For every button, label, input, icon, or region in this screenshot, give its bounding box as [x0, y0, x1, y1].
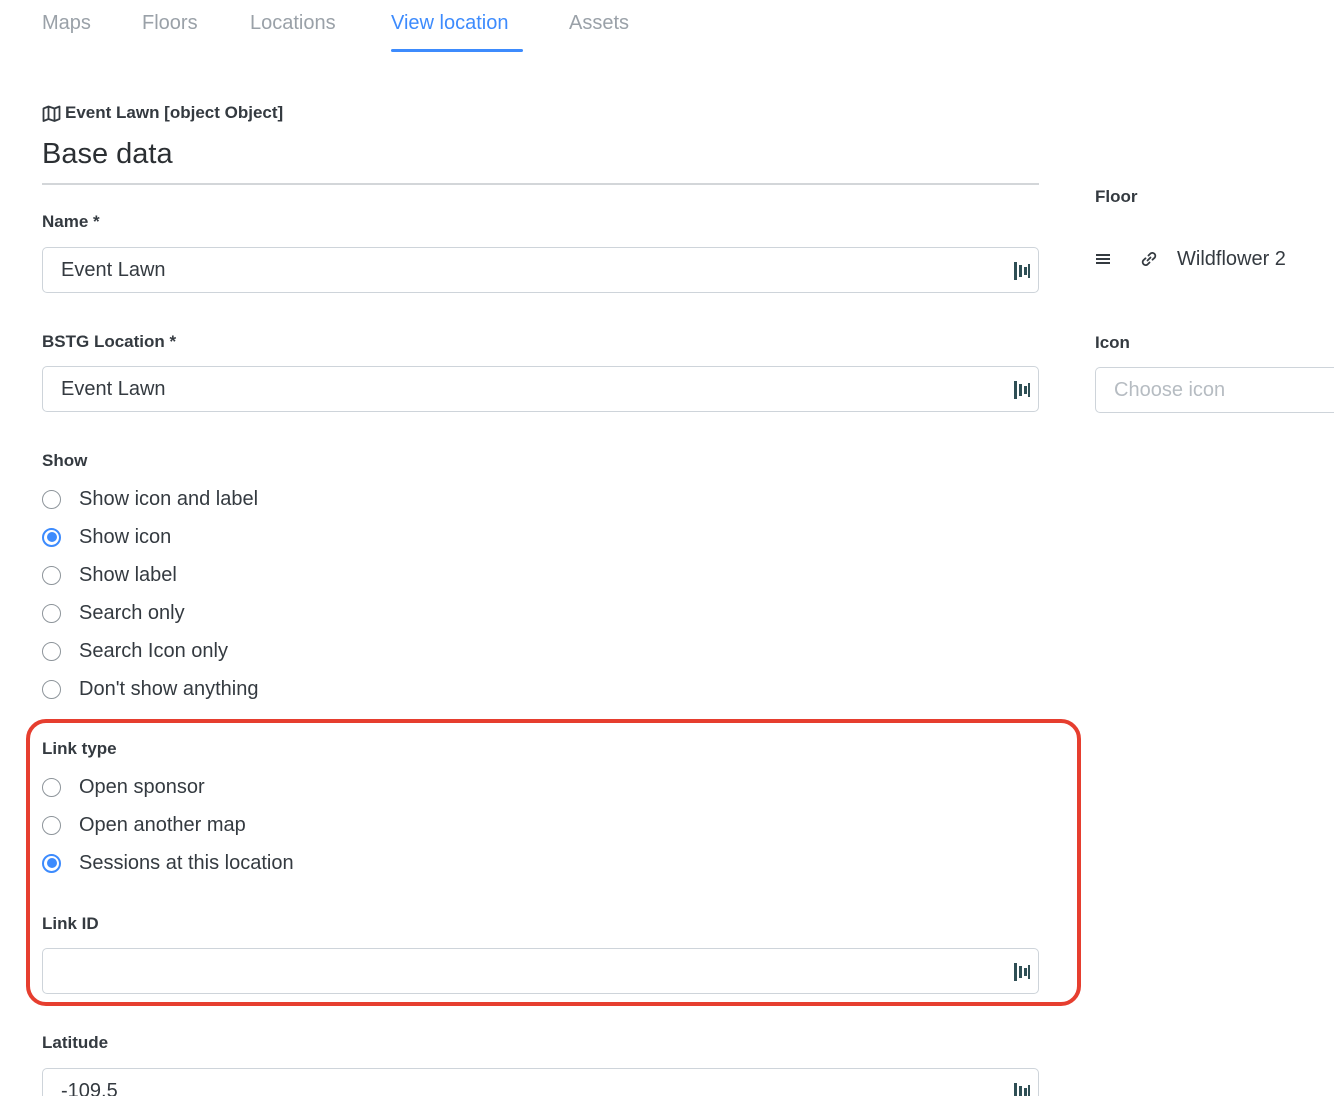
bstg-location-input[interactable]: Event Lawn	[42, 366, 1039, 412]
latitude-input-value: -109.5	[61, 1080, 118, 1096]
show-option-show-icon-and-label[interactable]: Show icon and label	[42, 487, 258, 511]
show-option-show-icon[interactable]: Show icon	[42, 525, 171, 549]
breadcrumb: Event Lawn [object Object]	[42, 102, 283, 124]
link-id-label: Link ID	[42, 914, 99, 933]
show-option-show-label[interactable]: Show label	[42, 563, 177, 587]
latitude-input[interactable]: -109.5	[42, 1068, 1039, 1096]
link-type-option-open-another-map[interactable]: Open another map	[42, 813, 246, 837]
section-title: Base data	[42, 138, 173, 170]
radio-button[interactable]	[42, 679, 61, 699]
radio-button[interactable]	[42, 489, 61, 509]
radio-button[interactable]	[42, 641, 61, 661]
radio-label: Show icon and label	[79, 487, 259, 510]
radio-button[interactable]	[42, 527, 61, 547]
icon-label: Icon	[1095, 333, 1130, 352]
radio-label: Show icon	[79, 525, 172, 548]
menu-icon[interactable]	[1095, 252, 1111, 266]
password-manager-icon[interactable]	[1013, 260, 1031, 282]
radio-label: Show label	[79, 563, 177, 586]
tab-assets[interactable]: Assets	[569, 12, 629, 35]
floor-label: Floor	[1095, 187, 1138, 206]
link-icon[interactable]	[1139, 249, 1159, 269]
name-input[interactable]: Event Lawn	[42, 247, 1039, 293]
radio-label: Search Icon only	[79, 639, 228, 662]
bstg-location-label: BSTG Location *	[42, 332, 177, 351]
radio-label: Open sponsor	[79, 775, 205, 798]
show-option-don-t-show-anything[interactable]: Don't show anything	[42, 677, 258, 701]
tab-view-location[interactable]: View location	[391, 12, 508, 35]
tab-maps[interactable]: Maps	[42, 12, 91, 35]
floor-item: Wildflower 2	[1095, 245, 1286, 273]
map-icon	[42, 105, 61, 122]
radio-label: Don't show anything	[79, 677, 259, 700]
link-type-option-sessions-at-this-location[interactable]: Sessions at this location	[42, 851, 294, 875]
name-label: Name *	[42, 212, 100, 231]
link-type-label: Link type	[42, 739, 117, 758]
latitude-label: Latitude	[42, 1033, 109, 1052]
tab-locations[interactable]: Locations	[250, 12, 336, 35]
section-divider	[42, 183, 1039, 185]
bstg-location-input-value: Event Lawn	[61, 378, 166, 400]
password-manager-icon[interactable]	[1013, 1081, 1031, 1096]
radio-button[interactable]	[42, 565, 61, 585]
link-type-option-open-sponsor[interactable]: Open sponsor	[42, 775, 205, 799]
breadcrumb-text: Event Lawn [object Object]	[65, 103, 284, 122]
radio-button[interactable]	[42, 853, 61, 873]
password-manager-icon[interactable]	[1013, 379, 1031, 401]
active-tab-indicator	[391, 49, 523, 52]
radio-label: Sessions at this location	[79, 851, 294, 874]
radio-button[interactable]	[42, 777, 61, 797]
show-label: Show	[42, 451, 88, 470]
icon-select-placeholder: Choose icon	[1114, 379, 1226, 401]
name-input-value: Event Lawn	[61, 259, 166, 281]
radio-button[interactable]	[42, 815, 61, 835]
tab-floors[interactable]: Floors	[142, 12, 198, 35]
floor-value[interactable]: Wildflower 2	[1177, 248, 1286, 271]
show-option-search-only[interactable]: Search only	[42, 601, 185, 625]
link-id-input[interactable]	[42, 948, 1039, 994]
password-manager-icon[interactable]	[1013, 961, 1031, 983]
icon-select[interactable]: Choose icon	[1095, 367, 1334, 413]
radio-label: Search only	[79, 601, 185, 624]
radio-button[interactable]	[42, 603, 61, 623]
radio-label: Open another map	[79, 813, 246, 836]
show-option-search-icon-only[interactable]: Search Icon only	[42, 639, 228, 663]
nav-tabs: Maps Floors Locations View location Asse…	[0, 0, 1334, 60]
